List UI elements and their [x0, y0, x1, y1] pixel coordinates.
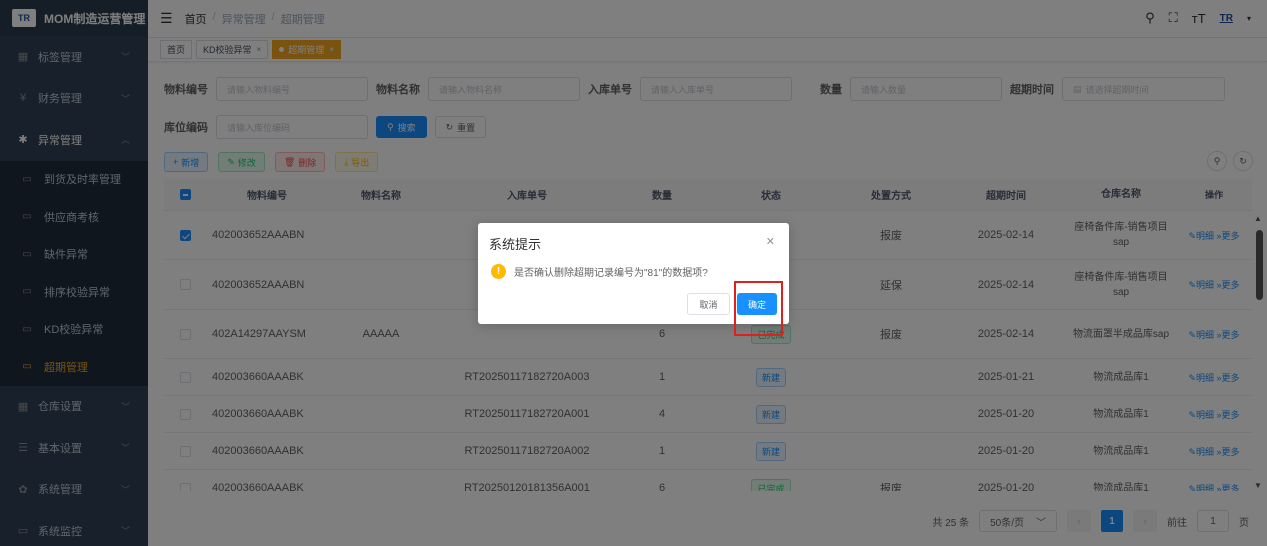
dialog-title: 系统提示	[489, 237, 542, 252]
dialog-message: 是否确认删除超期记录编号为"81"的数据项?	[514, 268, 708, 279]
dialog-message-row: ! 是否确认删除超期记录编号为"81"的数据项?	[491, 264, 708, 279]
highlight-box	[734, 281, 783, 336]
cancel-button[interactable]: 取消	[687, 293, 730, 315]
warning-icon: !	[491, 264, 506, 279]
close-icon[interactable]: ✕	[766, 235, 775, 248]
